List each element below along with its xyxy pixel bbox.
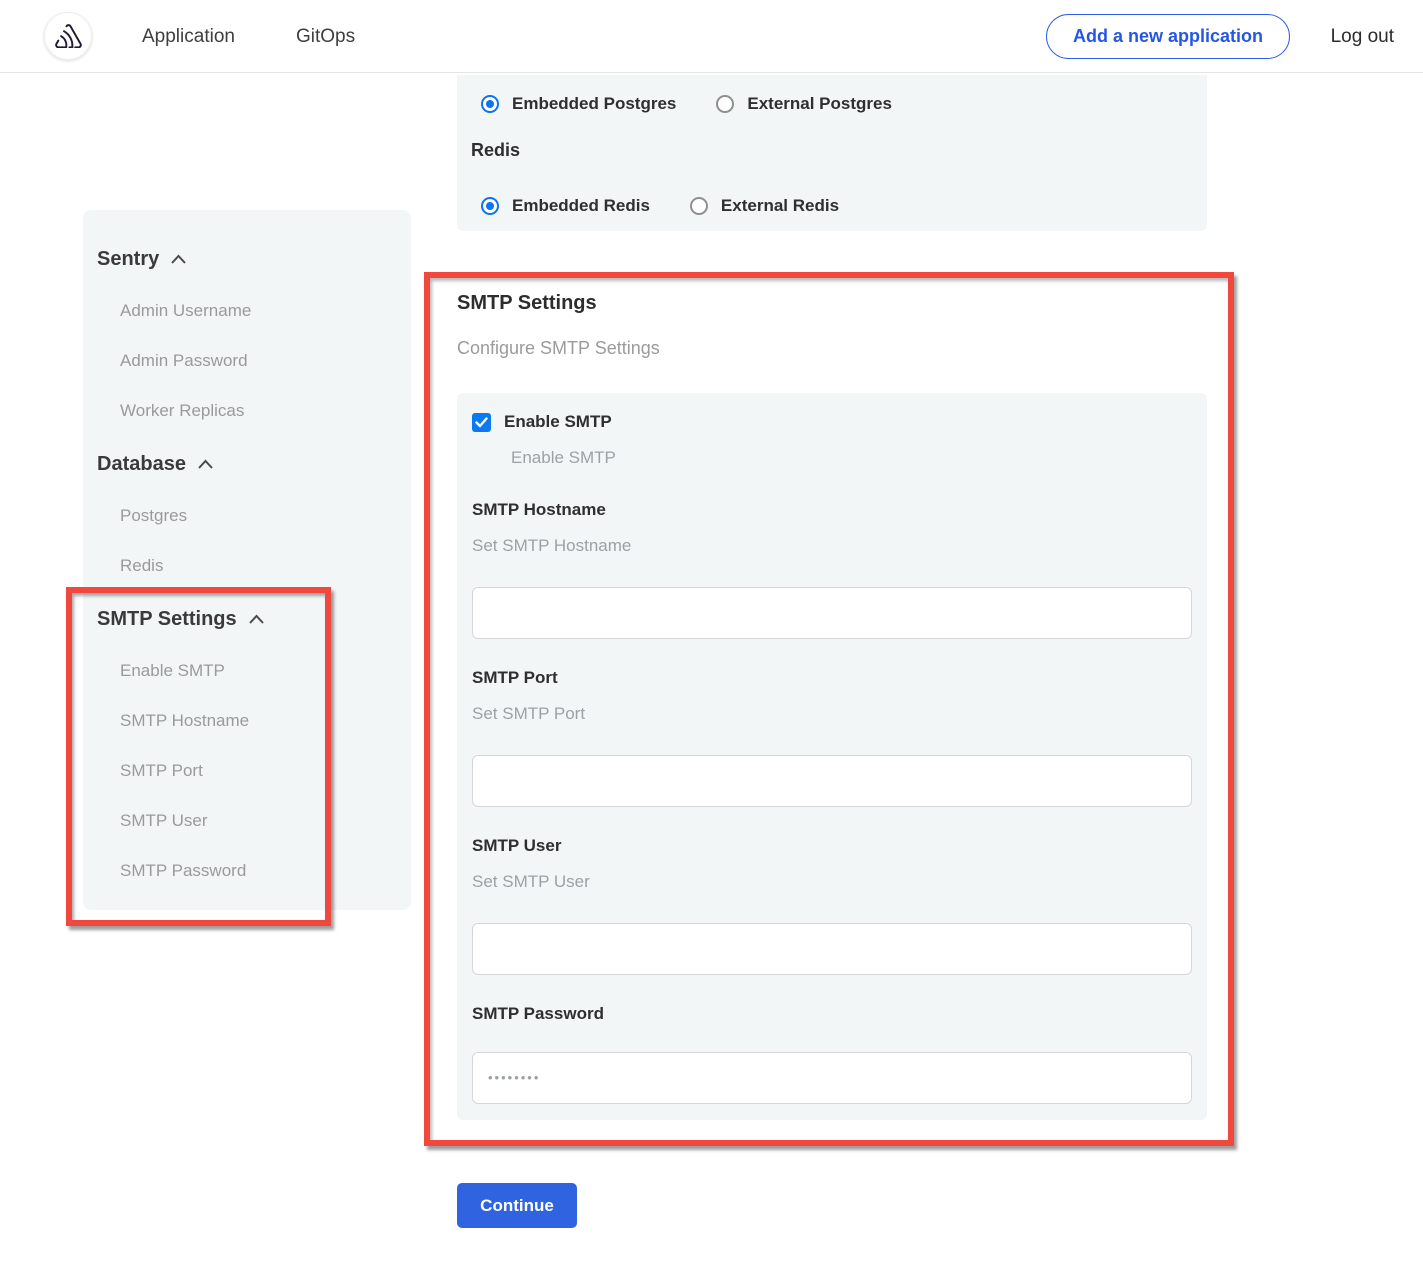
smtp-port-field: SMTP Port Set SMTP Port [472,668,1192,807]
redis-group-label: Redis [471,140,1183,162]
radio-embedded-postgres[interactable]: Embedded Postgres [481,94,676,114]
radio-checked-icon [481,197,499,215]
sidebar-item-smtp-user[interactable]: SMTP User [120,811,397,831]
enable-smtp-helper: Enable SMTP [511,448,1192,468]
nav-gitops[interactable]: GitOps [296,0,355,73]
sidebar-item-redis[interactable]: Redis [120,556,397,576]
field-label: SMTP Password [472,1004,1192,1026]
smtp-settings-section: SMTP Settings Configure SMTP Settings En… [424,272,1234,1146]
logout-link[interactable]: Log out [1331,0,1394,73]
sidebar-item-smtp-hostname[interactable]: SMTP Hostname [120,711,397,731]
chevron-up-icon [197,459,214,470]
sidebar-item-admin-username[interactable]: Admin Username [120,301,397,321]
radio-label: External Postgres [747,94,892,114]
field-helper: Set SMTP Hostname [472,536,1192,558]
sidebar-heading-database[interactable]: Database [97,451,397,477]
sidebar-item-postgres[interactable]: Postgres [120,506,397,526]
sidebar-heading-smtp-settings[interactable]: SMTP Settings [97,606,397,632]
enable-smtp-label: Enable SMTP [504,412,612,432]
postgres-radio-row: Embedded Postgres External Postgres [481,93,1183,115]
smtp-password-field: SMTP Password [472,1004,1192,1104]
checkbox-checked-icon [472,413,491,432]
radio-checked-icon [481,95,499,113]
radio-unchecked-icon [690,197,708,215]
navbar: Application GitOps Add a new application… [0,0,1423,73]
add-application-button[interactable]: Add a new application [1046,14,1290,59]
sidebar-item-smtp-port[interactable]: SMTP Port [120,761,397,781]
sidebar-heading-label: Sentry [97,248,159,271]
smtp-password-input[interactable] [472,1052,1192,1104]
sidebar-item-worker-replicas[interactable]: Worker Replicas [120,401,397,421]
sidebar-group-database: Database Postgres Redis [97,451,397,576]
field-helper: Set SMTP User [472,872,1192,894]
database-config-panel: Embedded Postgres External Postgres Redi… [457,75,1207,231]
sidebar-group-smtp-settings: SMTP Settings Enable SMTP SMTP Hostname … [97,606,397,881]
radio-embedded-redis[interactable]: Embedded Redis [481,196,650,216]
radio-label: External Redis [721,196,839,216]
radio-external-postgres[interactable]: External Postgres [716,94,892,114]
sidebar-heading-sentry[interactable]: Sentry [97,246,397,272]
smtp-user-input[interactable] [472,923,1192,975]
sentry-logo-icon [55,24,82,48]
smtp-settings-subtitle: Configure SMTP Settings [457,338,660,359]
chevron-up-icon [248,614,265,625]
smtp-hostname-input[interactable] [472,587,1192,639]
continue-button[interactable]: Continue [457,1183,577,1228]
field-label: SMTP User [472,836,1192,858]
nav-application[interactable]: Application [142,0,235,73]
sidebar-heading-label: Database [97,453,186,476]
radio-external-redis[interactable]: External Redis [690,196,839,216]
field-helper: Set SMTP Port [472,704,1192,726]
smtp-port-input[interactable] [472,755,1192,807]
smtp-user-field: SMTP User Set SMTP User [472,836,1192,975]
smtp-hostname-field: SMTP Hostname Set SMTP Hostname [472,500,1192,639]
sidebar-group-sentry: Sentry Admin Username Admin Password Wor… [97,246,397,421]
sidebar-heading-label: SMTP Settings [97,608,237,631]
sidebar-item-admin-password[interactable]: Admin Password [120,351,397,371]
chevron-up-icon [170,254,187,265]
sidebar-item-smtp-password[interactable]: SMTP Password [120,861,397,881]
radio-label: Embedded Redis [512,196,650,216]
field-label: SMTP Hostname [472,500,1192,522]
radio-label: Embedded Postgres [512,94,676,114]
app-logo[interactable] [44,12,92,60]
config-sidebar: Sentry Admin Username Admin Password Wor… [83,210,411,910]
redis-radio-row: Embedded Redis External Redis [481,195,1183,217]
smtp-form-panel: Enable SMTP Enable SMTP SMTP Hostname Se… [457,393,1207,1120]
smtp-settings-title: SMTP Settings [457,292,597,315]
enable-smtp-checkbox[interactable]: Enable SMTP [472,412,1192,432]
field-label: SMTP Port [472,668,1192,690]
sidebar-item-enable-smtp[interactable]: Enable SMTP [120,661,397,681]
radio-unchecked-icon [716,95,734,113]
